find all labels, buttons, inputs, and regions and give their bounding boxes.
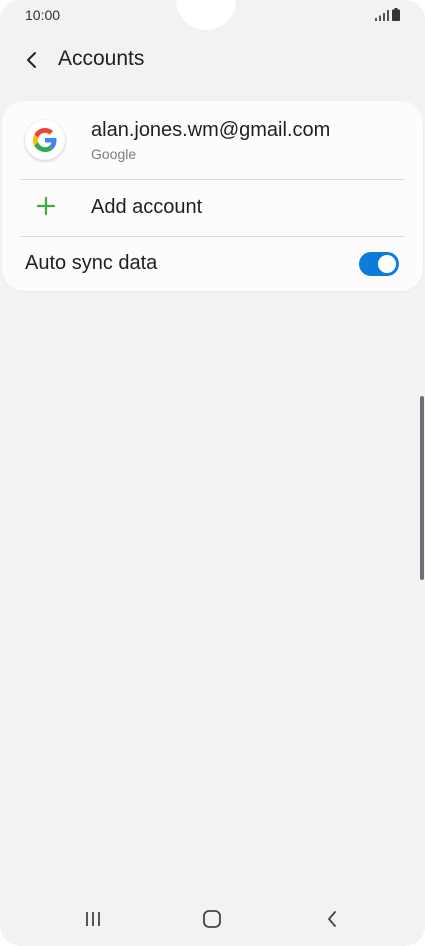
scrollbar[interactable] xyxy=(420,396,424,580)
plus-icon xyxy=(36,196,56,216)
account-type: Google xyxy=(91,146,137,162)
google-logo-icon xyxy=(25,120,65,160)
signal-icon xyxy=(375,10,389,21)
navigation-bar xyxy=(0,892,425,946)
toggle-knob xyxy=(376,253,398,275)
home-icon xyxy=(203,910,221,928)
back-button[interactable] xyxy=(16,46,48,74)
auto-sync-label: Auto sync data xyxy=(25,252,158,274)
add-account-label: Add account xyxy=(91,196,203,218)
add-account-button[interactable]: Add account xyxy=(2,179,423,236)
recents-icon xyxy=(86,912,100,926)
back-icon xyxy=(328,911,336,927)
back-arrow-icon xyxy=(27,52,36,68)
page-title: Accounts xyxy=(58,47,145,70)
phone-screen: 10:00 Accounts alan.jones.wm@gmail.com G… xyxy=(0,0,425,946)
account-email: alan.jones.wm@gmail.com xyxy=(91,119,331,141)
home-button[interactable] xyxy=(197,904,227,934)
recents-button[interactable] xyxy=(78,904,108,934)
auto-sync-toggle[interactable] xyxy=(359,252,399,276)
account-row-google[interactable]: alan.jones.wm@gmail.com Google xyxy=(2,101,423,179)
battery-icon xyxy=(392,8,400,21)
accounts-card: alan.jones.wm@gmail.com Google Add accou… xyxy=(2,101,423,291)
status-time: 10:00 xyxy=(25,7,61,23)
back-nav-button[interactable] xyxy=(317,904,347,934)
auto-sync-row[interactable]: Auto sync data xyxy=(2,236,423,291)
app-bar: Accounts xyxy=(0,36,425,84)
status-bar: 10:00 xyxy=(0,0,425,30)
